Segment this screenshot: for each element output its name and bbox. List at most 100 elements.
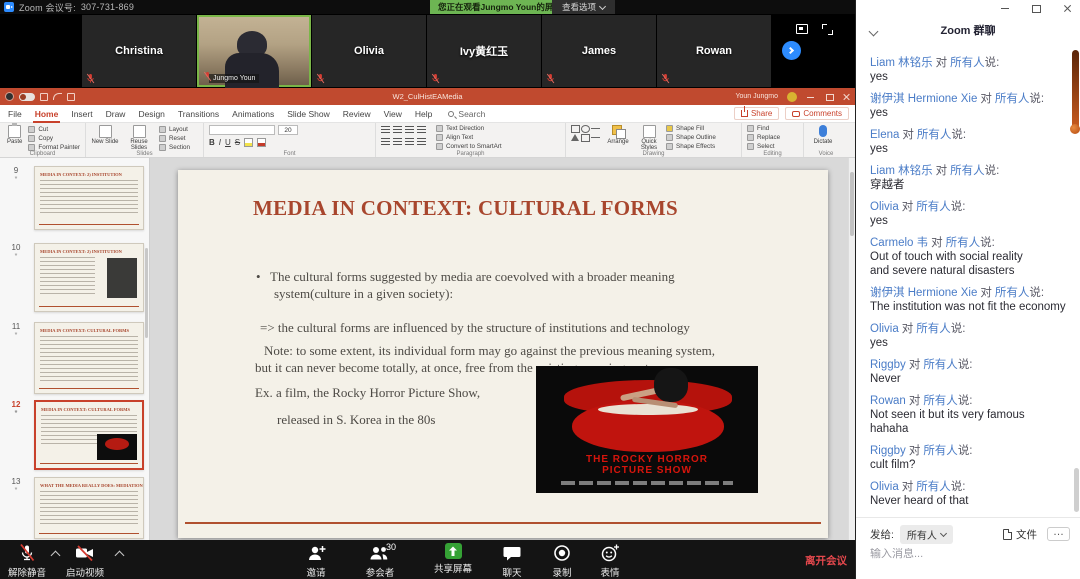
tab-help[interactable]: Help <box>415 109 432 119</box>
line-spacing-icon[interactable] <box>417 125 426 134</box>
chat-minimize-icon[interactable] <box>1001 4 1010 13</box>
tab-transitions[interactable]: Transitions <box>178 109 219 119</box>
start-video-button[interactable]: 启动视频 <box>66 543 104 579</box>
strikethrough-button[interactable]: S <box>235 138 240 147</box>
invite-button[interactable]: 邀请 <box>292 543 340 579</box>
smartart-button[interactable]: Convert to SmartArt <box>436 143 502 150</box>
fullscreen-icon[interactable] <box>822 24 833 35</box>
chat-button[interactable]: 聊天 <box>490 543 534 579</box>
tab-design[interactable]: Design <box>138 109 164 119</box>
tab-review[interactable]: Review <box>343 109 371 119</box>
tab-file[interactable]: File <box>8 109 22 119</box>
participant-tile[interactable]: Christina <box>82 15 196 87</box>
leave-meeting-button[interactable]: 离开会议 <box>805 553 847 568</box>
comments-button[interactable]: Comments <box>785 107 849 120</box>
participant-tile[interactable]: Rowan <box>657 15 771 87</box>
record-button[interactable]: 录制 <box>540 543 584 579</box>
participant-tile[interactable]: Olivia <box>312 15 426 87</box>
tab-view[interactable]: View <box>384 109 402 119</box>
cut-button[interactable]: Cut <box>28 126 80 133</box>
chat-message-list[interactable]: Liam 林铭乐对所有人说: yes 谢伊淇 Hermione Xie对所有人说… <box>856 54 1080 515</box>
find-button[interactable]: Find <box>747 125 780 132</box>
unmute-button[interactable]: 解除静音 <box>8 543 46 579</box>
share-button[interactable]: Share <box>734 107 779 120</box>
dictate-button[interactable]: Dictate <box>809 125 837 145</box>
align-center-icon[interactable] <box>393 137 402 146</box>
section-button[interactable]: Section <box>159 144 190 151</box>
next-participants-button[interactable] <box>782 41 801 60</box>
reset-button[interactable]: Reset <box>159 135 190 142</box>
layout-button[interactable]: Layout <box>159 126 190 133</box>
font-color-button[interactable] <box>257 138 266 147</box>
tab-animations[interactable]: Animations <box>232 109 274 119</box>
highlight-color-button[interactable] <box>244 138 253 147</box>
indent-icon[interactable] <box>405 125 414 134</box>
tab-draw[interactable]: Draw <box>106 109 126 119</box>
copy-button[interactable]: Copy <box>28 135 80 142</box>
slide-scrollbar[interactable] <box>848 158 855 540</box>
font-name-input[interactable] <box>209 125 275 135</box>
participant-tile-video[interactable]: Jungmo Youn <box>197 15 311 87</box>
recipient-dropdown[interactable]: 所有人 <box>900 525 953 544</box>
chat-sender: Elena <box>870 129 899 141</box>
italic-button[interactable]: I <box>219 138 221 147</box>
align-left-icon[interactable] <box>381 137 390 146</box>
shape-effects-button[interactable]: Shape Effects <box>666 143 716 150</box>
numbering-icon[interactable] <box>393 125 402 134</box>
slide-thumbnail-9[interactable]: MEDIA IN CONTEXT: 2) INSTITUTION <box>34 166 144 230</box>
quick-styles-button[interactable]: Quick Styles <box>636 125 662 151</box>
layout-icon <box>159 126 166 133</box>
shape-outline-button[interactable]: Shape Outline <box>666 134 716 141</box>
tab-slide-show[interactable]: Slide Show <box>287 109 330 119</box>
file-button[interactable]: 文件 <box>1016 527 1037 542</box>
maximize-icon[interactable] <box>824 92 833 101</box>
replace-button[interactable]: Replace <box>747 134 780 141</box>
account-avatar[interactable] <box>787 92 797 102</box>
more-options-button[interactable]: … <box>1047 527 1070 541</box>
chat-message-input[interactable] <box>870 548 1066 560</box>
participants-button[interactable]: 30 参会者 <box>352 543 408 579</box>
video-options-chevron[interactable] <box>115 551 125 561</box>
align-right-icon[interactable] <box>405 137 414 146</box>
chat-message-text: yes <box>870 214 1066 228</box>
participant-tile[interactable]: James <box>542 15 656 87</box>
justify-icon[interactable] <box>417 137 426 146</box>
chat-close-icon[interactable] <box>1063 4 1072 13</box>
bullets-icon[interactable] <box>381 125 390 134</box>
chat-scrollbar-thumb[interactable] <box>1074 468 1079 512</box>
chat-maximize-icon[interactable] <box>1032 4 1041 13</box>
slide-thumbnail-10[interactable]: MEDIA IN CONTEXT: 2) INSTITUTION <box>34 243 144 312</box>
slide-thumbnail-13[interactable]: WHAT THE MEDIA REALLY DOES: MEDIATION <box>34 477 144 539</box>
participant-name: Ivy黄红玉 <box>460 43 508 59</box>
minimize-icon[interactable] <box>806 92 815 101</box>
format-painter-button[interactable]: Format Painter <box>28 144 80 151</box>
participant-name: Olivia <box>354 45 384 57</box>
slide-thumbnail-12-current[interactable]: MEDIA IN CONTEXT: CULTURAL FORMS <box>34 400 144 470</box>
bold-button[interactable]: B <box>209 138 215 147</box>
close-icon[interactable] <box>842 92 851 101</box>
arrange-button[interactable]: Arrange <box>604 125 632 145</box>
font-size-input[interactable]: 20 <box>278 125 298 135</box>
tab-home[interactable]: Home <box>35 109 59 119</box>
font-group-label: Font <box>204 151 375 157</box>
mic-options-chevron[interactable] <box>51 551 61 561</box>
tab-insert[interactable]: Insert <box>71 109 92 119</box>
shape-fill-button[interactable]: Shape Fill <box>666 125 716 132</box>
search-box[interactable]: Search <box>448 109 485 119</box>
text-direction-button[interactable]: Text Direction <box>436 125 502 132</box>
share-screen-button[interactable]: 共享屏幕 <box>418 543 488 575</box>
view-options-dropdown[interactable]: 查看选项 <box>552 0 615 14</box>
reuse-slides-button[interactable]: Reuse Slides <box>123 125 155 151</box>
underline-button[interactable]: U <box>225 138 231 147</box>
shapes-gallery[interactable] <box>571 125 600 142</box>
participant-tile[interactable]: Ivy黄红玉 <box>427 15 541 87</box>
reactions-button[interactable]: 表情 <box>588 543 632 579</box>
current-slide[interactable]: MEDIA IN CONTEXT: CULTURAL FORMS • The c… <box>178 170 828 538</box>
paste-button[interactable]: Paste <box>5 125 24 145</box>
gallery-view-icon[interactable] <box>796 24 808 34</box>
new-slide-button[interactable]: New Slide <box>91 125 119 145</box>
thumbnail-scrollbar[interactable] <box>145 248 148 338</box>
slide-thumbnail-11[interactable]: MEDIA IN CONTEXT: CULTURAL FORMS <box>34 322 144 394</box>
select-button[interactable]: Select <box>747 143 780 150</box>
align-text-button[interactable]: Align Text <box>436 134 502 141</box>
